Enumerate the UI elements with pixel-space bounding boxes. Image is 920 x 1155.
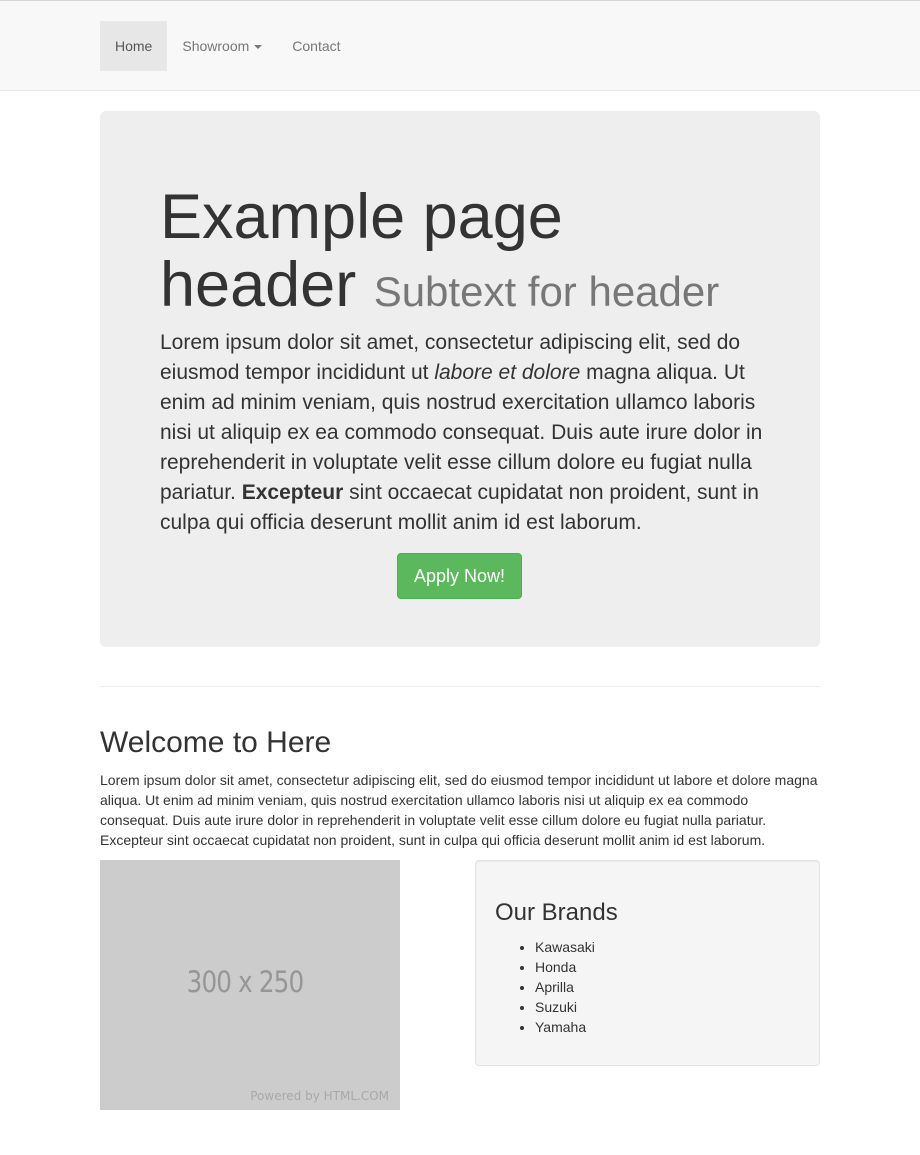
caret-down-icon xyxy=(254,45,263,50)
placeholder-powered-text: Powered by HTML.COM xyxy=(250,1089,389,1103)
nav-item-label: Contact xyxy=(292,38,341,54)
page-header-subtext: Subtext for header xyxy=(373,268,720,315)
nav-item-contact[interactable]: Contact xyxy=(277,21,355,71)
list-item: Honda xyxy=(535,957,595,977)
nav-item-label: Home xyxy=(115,38,153,54)
welcome-text: Lorem ipsum dolor sit amet, consectetur … xyxy=(100,772,818,848)
hero-paragraph: Lorem ipsum dolor sit amet, consectetur … xyxy=(160,328,765,538)
nav-item-home[interactable]: Home xyxy=(100,21,168,71)
brands-well: Our Brands Kawasaki Honda Aprilla Suzuki… xyxy=(475,860,820,1066)
list-item: Aprilla xyxy=(535,977,595,997)
apply-now-button[interactable]: Apply Now! xyxy=(397,553,522,599)
placeholder-image: 300 x 250 Powered by HTML.COM xyxy=(100,860,400,1110)
hero-text-italic: labore et dolore xyxy=(434,361,581,384)
nav-item-showroom[interactable]: Showroom xyxy=(167,21,277,71)
list-item: Kawasaki xyxy=(535,937,595,957)
jumbotron: Example page header Subtext for header L… xyxy=(100,111,820,647)
hero-text-bold: Excepteur xyxy=(241,481,344,504)
brands-list: Kawasaki Honda Aprilla Suzuki Yamaha xyxy=(495,937,595,1037)
page-header: Example page header Subtext for header xyxy=(160,183,760,326)
placeholder-size-text: 300 x 250 xyxy=(186,965,305,999)
navbar: Home Showroom Contact xyxy=(0,0,920,91)
list-item: Yamaha xyxy=(535,1017,595,1037)
divider xyxy=(100,686,820,687)
nav-menu: Home Showroom Contact xyxy=(100,21,356,71)
welcome-title: Welcome to Here xyxy=(100,726,332,759)
brands-title: Our Brands xyxy=(495,899,618,926)
nav-item-label: Showroom xyxy=(182,38,250,54)
list-item: Suzuki xyxy=(535,997,595,1017)
